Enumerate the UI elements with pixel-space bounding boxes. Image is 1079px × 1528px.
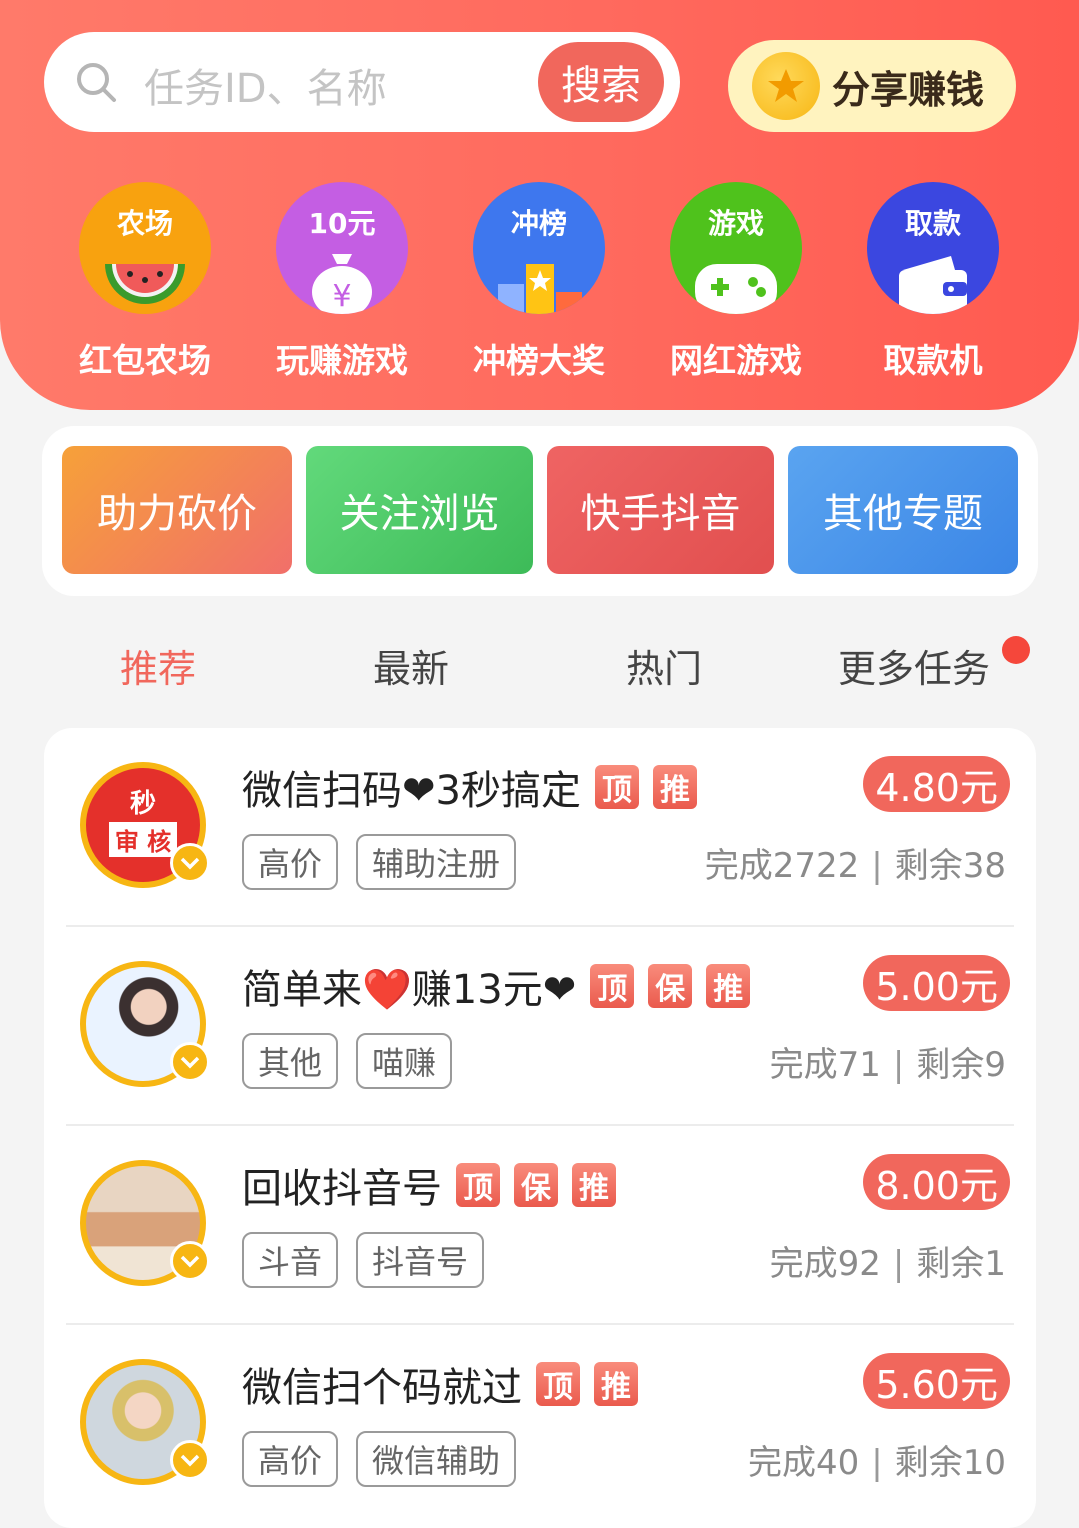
task-tag: 高价 — [242, 834, 339, 890]
task-badge: 顶 — [590, 964, 635, 1008]
task-tag: 抖音号 — [356, 1232, 485, 1288]
task-tag: 高价 — [242, 1431, 339, 1487]
quick-link-circle: 取款 — [867, 182, 999, 314]
task-row[interactable]: 回收抖音号顶保推斗音 抖音号 8.00元 完成92 | 剩余1 — [44, 1126, 1036, 1325]
svg-text:¥: ¥ — [332, 279, 351, 314]
star-coin-icon — [752, 52, 820, 120]
tab-0[interactable]: 推荐 — [120, 638, 196, 693]
task-badge: 保 — [514, 1163, 558, 1207]
quick-link-label: 玩赚游戏 — [276, 341, 408, 380]
tab-1[interactable]: 最新 — [373, 638, 449, 693]
quick-link-4[interactable]: 取款 取款机 — [848, 182, 1018, 380]
quick-link-label: 网红游戏 — [670, 341, 802, 380]
task-stats: 完成71 | 剩余9 — [769, 1045, 1006, 1085]
task-title-text: 简单来❤️赚13元❤ — [242, 967, 577, 1013]
quick-link-top-text: 游戏 — [707, 207, 764, 240]
task-tag: 微信辅助 — [356, 1431, 517, 1487]
category-button-0[interactable]: 助力砍价 — [62, 446, 292, 574]
quick-link-2[interactable]: 冲榜 冲榜大奖 — [454, 182, 624, 380]
quick-link-3[interactable]: 游戏 网红游戏 — [651, 182, 821, 380]
verified-icon — [170, 1042, 210, 1082]
done-count: 完成40 — [748, 1443, 860, 1483]
quick-link-0[interactable]: 农场 红包农场 — [60, 182, 230, 380]
task-price: 4.80元 — [863, 756, 1010, 812]
quick-link-label: 红包农场 — [79, 341, 211, 380]
task-price: 5.60元 — [863, 1353, 1010, 1409]
task-row[interactable]: 简单来❤️赚13元❤ 顶保推其他 喵赚 5.00元完成71 | 剩余9 — [44, 927, 1036, 1126]
task-row[interactable]: 微信扫个码就过顶推高价 微信辅助 5.60元 完成40 | 剩余10 — [44, 1325, 1036, 1524]
search-icon — [77, 63, 116, 102]
left-count: 剩余38 — [894, 846, 1006, 886]
category-button-3[interactable]: 其他专题 — [788, 446, 1018, 574]
category-panel: 助力砍价 关注浏览 快手抖音 其他专题 — [42, 426, 1038, 596]
task-tag: 喵赚 — [356, 1033, 453, 1089]
quick-link-top-text: 10元 — [308, 207, 376, 240]
quick-link-circle: 冲榜 — [473, 182, 605, 314]
task-tag: 辅助注册 — [356, 834, 517, 890]
task-title-text: 微信扫个码就过 — [242, 1365, 522, 1411]
done-count: 完成2722 — [704, 846, 860, 886]
tab-2[interactable]: 热门 — [626, 638, 702, 693]
task-badge: 推 — [652, 765, 697, 809]
task-tabs: 推荐 最新 热门 更多任务 — [0, 628, 1079, 698]
done-count: 完成71 — [769, 1045, 881, 1085]
quick-link-label: 冲榜大奖 — [473, 341, 605, 380]
task-title-text: 微信扫码❤3秒搞定 — [242, 768, 581, 814]
verified-icon — [170, 843, 210, 883]
task-badge: 推 — [572, 1163, 616, 1207]
task-badge: 推 — [706, 964, 751, 1008]
task-stats: 完成2722 | 剩余38 — [704, 846, 1006, 886]
search-input[interactable]: 任务ID、名称 — [144, 56, 387, 114]
task-price: 8.00元 — [863, 1154, 1010, 1210]
quick-link-circle: 农场 — [79, 182, 211, 314]
verified-icon — [170, 1440, 210, 1480]
task-tag: 斗音 — [242, 1232, 339, 1288]
task-badge: 顶 — [594, 765, 639, 809]
quick-link-label: 取款机 — [883, 341, 983, 380]
quick-link-top-text: 农场 — [116, 207, 173, 240]
search-button[interactable]: 搜索 — [538, 42, 664, 122]
task-badge: 推 — [594, 1362, 638, 1406]
category-button-1[interactable]: 关注浏览 — [306, 446, 533, 574]
quick-link-circle: 游戏 — [670, 182, 802, 314]
task-title-text: 回收抖音号 — [242, 1166, 442, 1212]
task-title: 微信扫码❤3秒搞定顶推 — [242, 758, 697, 816]
quick-link-top-text: 冲榜 — [510, 207, 567, 240]
task-title: 微信扫个码就过顶推 — [242, 1355, 638, 1413]
share-earn-button[interactable]: 分享赚钱 — [728, 40, 1016, 132]
left-count: 剩余1 — [916, 1244, 1006, 1284]
task-badge: 顶 — [456, 1163, 500, 1207]
done-count: 完成92 — [769, 1244, 881, 1284]
verified-icon — [170, 1241, 210, 1281]
task-stats: 完成40 | 剩余10 — [748, 1443, 1006, 1483]
category-button-2[interactable]: 快手抖音 — [547, 446, 774, 574]
task-title: 回收抖音号顶保推 — [242, 1156, 616, 1214]
left-count: 剩余10 — [894, 1443, 1006, 1483]
task-row[interactable]: 秒审 核微信扫码❤3秒搞定顶推高价 辅助注册 4.80元 完成2722 | 剩余38 — [44, 728, 1036, 927]
quick-link-1[interactable]: ¥10元玩赚游戏 — [257, 182, 427, 380]
quick-link-top-text: 取款 — [904, 207, 961, 240]
task-title: 简单来❤️赚13元❤ 顶保推 — [242, 957, 751, 1015]
task-tag: 其他 — [242, 1033, 339, 1089]
share-label: 分享赚钱 — [832, 67, 985, 112]
search-bar[interactable]: 任务ID、名称 搜索 — [44, 32, 680, 132]
left-count: 剩余9 — [916, 1045, 1006, 1085]
tab-3[interactable]: 更多任务 — [838, 638, 990, 693]
task-price: 5.00元 — [863, 955, 1010, 1011]
task-badge: 顶 — [536, 1362, 580, 1406]
quick-link-circle: ¥10元 — [276, 182, 408, 314]
notification-dot — [1002, 636, 1030, 664]
header-banner: 任务ID、名称 搜索 分享赚钱 农场 红包农场 ¥10元 玩赚游戏 冲榜 冲榜大奖 游戏 网红… — [0, 0, 1079, 410]
task-badge: 保 — [648, 964, 693, 1008]
task-list: 秒审 核微信扫码❤3秒搞定顶推高价 辅助注册 4.80元 完成2722 | 剩余38 简单来… — [44, 728, 1036, 1528]
task-stats: 完成92 | 剩余1 — [769, 1244, 1006, 1284]
